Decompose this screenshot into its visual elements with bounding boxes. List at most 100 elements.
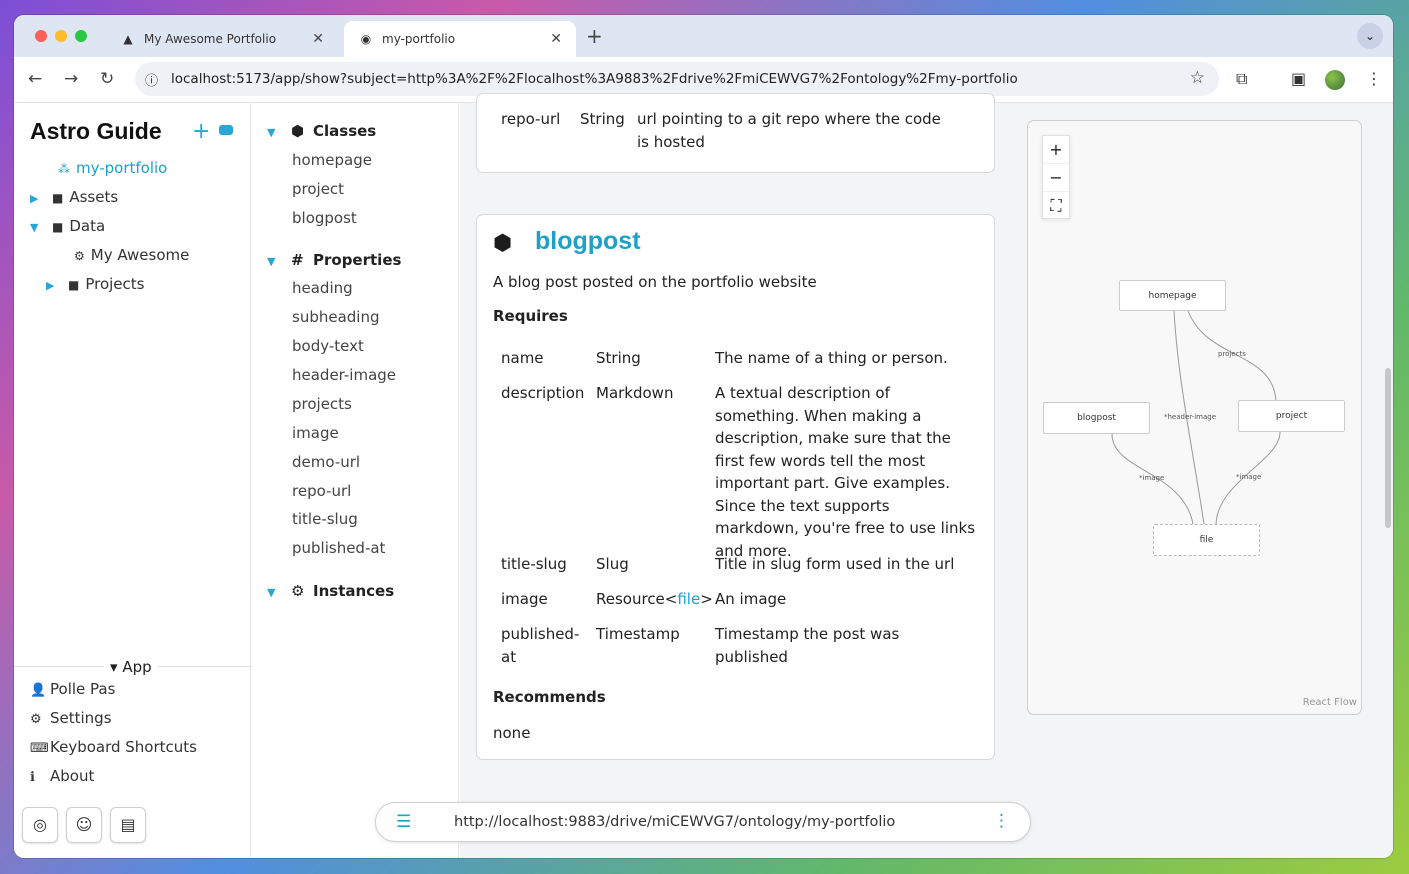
recommends-value: none	[493, 724, 531, 742]
back-icon[interactable]: ←	[28, 69, 42, 89]
property-description: Title in slug form used in the url	[715, 555, 955, 573]
caret-down-icon[interactable]: ▼	[267, 126, 291, 139]
user-icon: 👤	[30, 683, 47, 698]
more-options-icon[interactable]: ⋮	[993, 811, 1010, 831]
property-name[interactable]: description	[501, 382, 584, 405]
menu-kebab-icon[interactable]: ⋮	[1366, 69, 1382, 88]
class-link-blogpost[interactable]: blogpost	[292, 209, 357, 227]
class-card-previous: repo-url String url pointing to a git re…	[476, 93, 995, 173]
property-type: Timestamp	[596, 625, 680, 643]
graph-node-project[interactable]: project	[1238, 400, 1345, 432]
sidebar-link-about[interactable]: ℹ About	[30, 767, 94, 785]
gear-icon: ⚙	[291, 582, 305, 600]
hash-icon: #	[291, 251, 304, 269]
ontology-graph[interactable]: + − ⛶ homepage blogpost project file pro…	[1027, 120, 1362, 715]
discord-icon: ☺	[75, 815, 93, 834]
class-link-homepage[interactable]: homepage	[292, 151, 372, 169]
side-panel-icon[interactable]: ▣	[1291, 69, 1306, 88]
property-type: String	[596, 349, 641, 367]
class-link-project[interactable]: project	[292, 180, 344, 198]
folder-icon: ■	[68, 278, 80, 292]
add-resource-icon[interactable]: +	[192, 119, 210, 144]
sidebar-item-assets[interactable]: ▶ ■ Assets	[30, 188, 118, 206]
graph-node-blogpost[interactable]: blogpost	[1043, 402, 1150, 434]
property-link-demo-url[interactable]: demo-url	[292, 453, 360, 471]
profile-avatar[interactable]	[1325, 70, 1345, 90]
caret-down-icon[interactable]: ▼	[30, 221, 52, 234]
drive-icon[interactable]	[219, 125, 233, 135]
subject-url-input[interactable]: http://localhost:9883/drive/miCEWVG7/ont…	[454, 814, 895, 830]
address-url[interactable]: localhost:5173/app/show?subject=http%3A%…	[171, 71, 1018, 87]
caret-right-icon[interactable]: ▶	[30, 192, 52, 205]
github-button[interactable]: ◎	[22, 807, 58, 843]
sidebar-link-user[interactable]: 👤 Polle Pas	[30, 680, 115, 698]
docs-button[interactable]: ▤	[110, 807, 146, 843]
property-link-published-at[interactable]: published-at	[292, 539, 385, 557]
tab-my-awesome-portfolio[interactable]: ▲ My Awesome Portfolio ✕	[106, 21, 338, 57]
scrollbar[interactable]	[1385, 368, 1391, 528]
properties-section-header[interactable]: ▼ # Properties	[267, 251, 401, 269]
edge-label-image: *image	[1139, 474, 1165, 482]
property-link-body-text[interactable]: body-text	[292, 337, 364, 355]
property-type: Markdown	[596, 384, 674, 402]
tab-search-button[interactable]: ⌄	[1357, 23, 1383, 49]
property-link-projects[interactable]: projects	[292, 395, 352, 413]
property-link-heading[interactable]: heading	[292, 279, 353, 297]
sidebar-item-data[interactable]: ▼ ■ Data	[30, 217, 105, 235]
drive-title[interactable]: Astro Guide	[30, 118, 162, 145]
tab-strip: ▲ My Awesome Portfolio ✕ ◉ my-portfolio …	[14, 15, 1393, 57]
property-link-title-slug[interactable]: title-slug	[292, 510, 358, 528]
close-window-button[interactable]	[35, 30, 47, 42]
zoom-window-button[interactable]	[75, 30, 87, 42]
new-tab-button[interactable]: +	[586, 24, 603, 48]
bookmark-star-icon[interactable]: ☆	[1190, 68, 1205, 88]
react-flow-attribution[interactable]: React Flow	[1303, 697, 1357, 708]
classes-section-header[interactable]: ▼ ⬢ Classes	[267, 122, 376, 140]
property-type: String	[580, 110, 625, 128]
sidebar-item-my-portfolio[interactable]: ⁂ my-portfolio	[58, 159, 167, 177]
sidebar-link-settings[interactable]: ⚙ Settings	[30, 709, 112, 727]
property-link-subheading[interactable]: subheading	[292, 308, 380, 326]
extensions-icon[interactable]: ⧉	[1236, 69, 1247, 89]
property-link-header-image[interactable]: header-image	[292, 366, 396, 384]
edge-label-projects: projects	[1218, 350, 1246, 358]
app-section-label: App	[122, 658, 152, 676]
caret-right-icon[interactable]: ▶	[46, 279, 68, 292]
app-section-toggle[interactable]: ▾ App	[104, 658, 158, 676]
property-name[interactable]: repo-url	[501, 108, 560, 131]
tab-my-portfolio[interactable]: ◉ my-portfolio ✕	[344, 21, 576, 57]
hamburger-menu-icon[interactable]: ☰	[396, 812, 411, 832]
property-link-repo-url[interactable]: repo-url	[292, 482, 351, 500]
classes-title: Classes	[313, 122, 377, 140]
property-name[interactable]: image	[501, 588, 548, 611]
tab-label: my-portfolio	[382, 32, 456, 46]
close-tab-icon[interactable]: ✕	[550, 31, 562, 47]
site-info-icon[interactable]: ⓘ	[145, 70, 158, 89]
close-tab-icon[interactable]: ✕	[312, 31, 324, 47]
sidebar-item-projects[interactable]: ▶ ■ Projects	[46, 275, 144, 293]
property-name[interactable]: name	[501, 347, 544, 370]
instances-section-header[interactable]: ▼ ⚙ Instances	[267, 582, 394, 600]
edge-label-header-image: *header-image	[1164, 413, 1217, 421]
property-name[interactable]: title-slug	[501, 553, 567, 576]
class-title[interactable]: blogpost	[535, 227, 641, 256]
discord-button[interactable]: ☺	[66, 807, 102, 843]
caret-down-icon[interactable]: ▼	[267, 586, 291, 599]
keyboard-icon: ⌨	[30, 741, 49, 756]
property-type: Slug	[596, 555, 629, 573]
graph-node-homepage[interactable]: homepage	[1119, 280, 1226, 311]
link-label: About	[50, 767, 95, 785]
property-description: Timestamp the post was published	[715, 625, 900, 666]
reload-icon[interactable]: ↻	[100, 69, 114, 89]
type-link-file[interactable]: file	[677, 590, 700, 608]
sidebar-link-shortcuts[interactable]: ⌨Keyboard Shortcuts	[30, 738, 197, 756]
sidebar-item-my-awesome[interactable]: ⚙ My Awesome	[74, 246, 189, 264]
graph-node-file[interactable]: file	[1153, 524, 1260, 556]
address-bar[interactable]: ⓘ localhost:5173/app/show?subject=http%3…	[135, 62, 1219, 96]
minimize-window-button[interactable]	[55, 30, 67, 42]
astro-icon: ▲	[123, 32, 133, 46]
property-link-image[interactable]: image	[292, 424, 339, 442]
forward-icon[interactable]: →	[64, 69, 78, 89]
property-name[interactable]: published-at	[501, 623, 587, 668]
caret-down-icon[interactable]: ▼	[267, 255, 291, 268]
